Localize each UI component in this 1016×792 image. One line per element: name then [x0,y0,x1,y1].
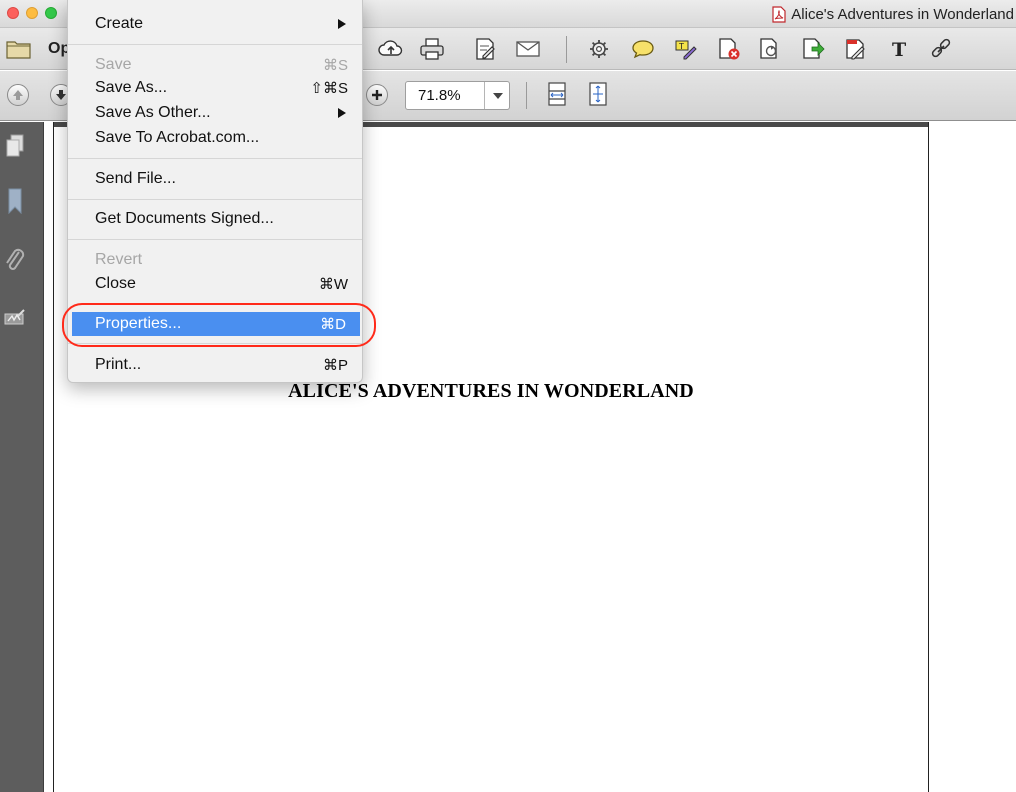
toolbar-divider [526,82,527,109]
document-heading: ALICE'S ADVENTURES IN WONDERLAND [288,380,694,402]
arrow-up-icon [13,90,23,100]
zoom-level-select[interactable]: 71.8% [405,81,510,110]
folder-icon[interactable] [6,36,32,62]
toolbar-divider [566,36,567,63]
menu-item-revert: Revert [95,251,143,268]
submenu-arrow-icon [338,19,346,29]
menu-item-close[interactable]: Close ⌘W [68,273,362,295]
menu-separator [68,239,362,240]
bookmarks-panel-icon[interactable] [3,187,27,215]
zoom-level-value: 71.8% [418,87,461,104]
minimize-window-button[interactable] [26,7,38,19]
pdf-file-icon [772,5,786,23]
signatures-panel-icon[interactable] [3,304,27,332]
sign-icon[interactable] [843,36,869,62]
comment-icon[interactable] [630,36,656,62]
arrow-down-icon [56,90,66,100]
menu-item-save-as[interactable]: Save As... ⇧⌘S [68,77,362,99]
submenu-arrow-icon [338,108,346,118]
fit-page-icon[interactable] [585,81,611,107]
pages-panel-icon[interactable] [3,132,27,160]
menu-separator [68,44,362,45]
zoom-in-button[interactable] [366,84,388,106]
menu-item-save: Save ⌘S [95,56,348,74]
attachments-panel-icon[interactable] [3,246,27,274]
highlight-icon[interactable]: T [673,36,699,62]
print-icon[interactable] [419,36,445,62]
cloud-upload-icon[interactable] [378,36,404,62]
fit-width-icon[interactable] [544,81,570,107]
delete-pages-icon[interactable] [716,36,742,62]
window-title-text: Alice's Adventures in Wonderland [791,5,1014,23]
menu-item-save-to-acrobat[interactable]: Save To Acrobat.com... [68,127,362,149]
text-icon[interactable]: T [886,36,912,62]
previous-page-button[interactable] [7,84,29,106]
svg-text:T: T [678,42,684,51]
close-window-button[interactable] [7,7,19,19]
zoom-window-button[interactable] [45,7,57,19]
menu-separator [68,199,362,200]
svg-text:T: T [892,39,906,60]
menu-separator [68,158,362,159]
highlight-annotation-circle [62,303,376,347]
export-icon[interactable] [757,36,783,62]
menu-item-get-documents-signed[interactable]: Get Documents Signed... [68,208,362,230]
gear-icon[interactable] [586,36,612,62]
edit-pdf-icon[interactable] [472,36,498,62]
menu-item-create[interactable]: Create [68,13,362,35]
window-title: Alice's Adventures in Wonderland [771,4,1014,24]
share-icon[interactable] [800,36,826,62]
chevron-down-icon [492,92,503,99]
link-icon[interactable] [928,36,954,62]
menu-item-save-as-other[interactable]: Save As Other... [68,102,362,124]
menu-item-print[interactable]: Print... ⌘P [68,354,362,376]
zoom-dropdown-button[interactable] [484,82,510,109]
menu-item-send-file[interactable]: Send File... [68,168,362,190]
plus-icon [372,90,382,100]
mail-icon[interactable] [515,36,541,62]
navigation-panel [0,122,44,792]
